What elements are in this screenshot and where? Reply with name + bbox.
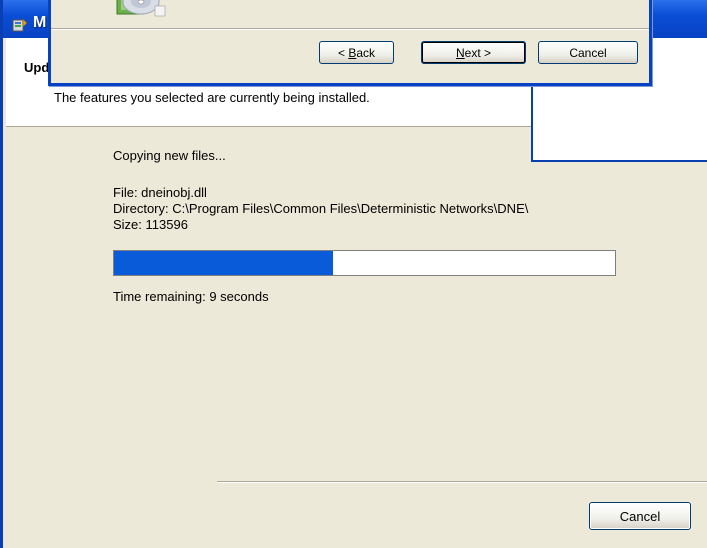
progress-status: Copying new files...	[113, 148, 226, 163]
foreground-dialog: < Back Next > Cancel	[48, 0, 652, 86]
footer-divider	[217, 481, 707, 483]
time-remaining: Time remaining: 9 seconds	[113, 289, 269, 304]
next-label-post: ext >	[464, 45, 492, 60]
back-label-post: ack	[356, 45, 376, 60]
install-progress-bar	[113, 250, 616, 276]
current-file: File: dneinobj.dll	[113, 185, 207, 200]
header-title: Upd	[24, 60, 50, 75]
back-label-mnemonic: B	[348, 45, 357, 60]
installer-app-icon	[12, 17, 28, 33]
dialog-cancel-button[interactable]: Cancel	[538, 41, 638, 64]
cd-disc-icon	[111, 0, 171, 22]
current-directory: Directory: C:\Program Files\Common Files…	[113, 201, 529, 216]
install-progress-fill	[114, 251, 334, 275]
next-label-mnemonic: N	[455, 45, 465, 60]
back-label-pre: <	[337, 45, 349, 60]
screen: M Upd The features you selected are curr…	[0, 0, 707, 548]
header-subtitle: The features you selected are currently …	[54, 90, 370, 105]
cancel-button[interactable]: Cancel	[589, 502, 691, 530]
next-button[interactable]: Next >	[421, 41, 526, 64]
back-button[interactable]: < Back	[319, 41, 394, 64]
installer-title: M	[33, 14, 47, 31]
dialog-divider	[51, 28, 649, 30]
current-file-size: Size: 113596	[113, 217, 188, 232]
